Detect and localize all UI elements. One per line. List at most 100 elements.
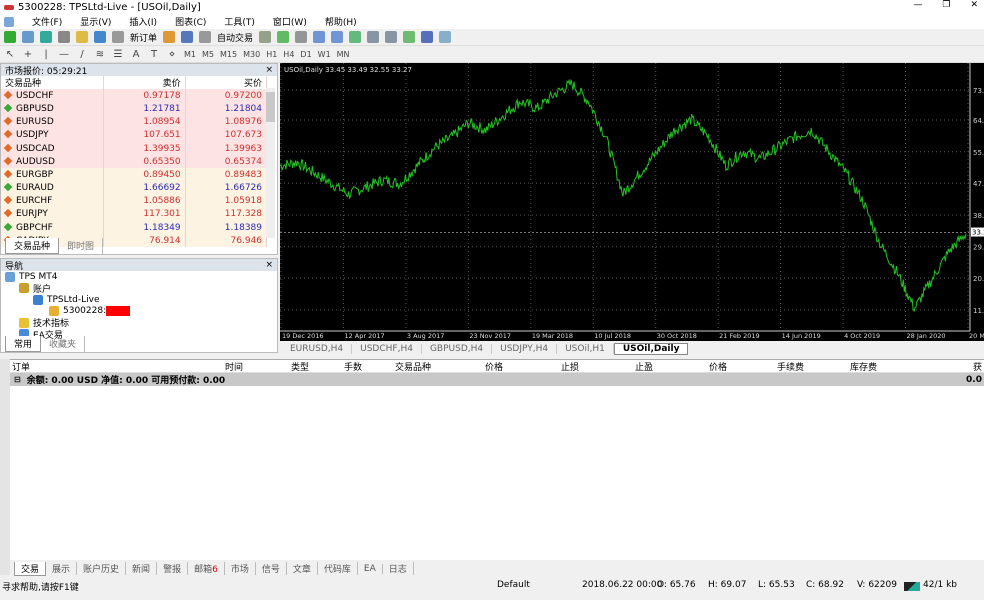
toolbar-icon[interactable] — [112, 31, 124, 43]
menu-item[interactable]: 工具(T) — [224, 15, 255, 28]
symbol-row[interactable]: EURUSD 1.08954 1.08976 — [1, 115, 268, 129]
terminal-tab[interactable]: 代码库 — [318, 562, 358, 575]
symbol-row[interactable]: USDCHF 0.97178 0.97200 — [1, 89, 268, 103]
timeframe-M5[interactable]: M5 — [202, 50, 214, 59]
column-header[interactable]: 时间 — [225, 360, 243, 373]
tree-item[interactable]: 账户 — [5, 283, 277, 295]
column-header[interactable]: 卖价 — [103, 76, 186, 90]
terminal-tab[interactable]: 交易 — [14, 561, 47, 576]
toolbar-icon[interactable] — [76, 31, 88, 43]
chart-tab[interactable]: USDCHF,H4 — [352, 343, 422, 354]
toolbar-icon[interactable] — [199, 31, 212, 43]
menu-item[interactable]: 窗口(W) — [273, 15, 307, 28]
menu-item[interactable]: 插入(I) — [129, 15, 157, 28]
drawing-tool-icon[interactable]: ↖ — [4, 49, 16, 60]
column-header[interactable]: 价格 — [709, 360, 727, 373]
minimize-button[interactable]: — — [913, 0, 922, 10]
symbol-row[interactable]: EURAUD 1.66692 1.66726 — [1, 181, 268, 195]
toolbar-icon[interactable] — [22, 31, 34, 43]
chart-tab[interactable]: USOil,Daily — [613, 342, 689, 355]
terminal-tab[interactable]: 市场 — [225, 562, 256, 575]
toolbar-icon[interactable] — [163, 31, 176, 43]
symbol-row[interactable]: EURGBP 0.89450 0.89483 — [1, 168, 268, 182]
toolbar-icon[interactable] — [58, 31, 70, 43]
toolbar-icon[interactable] — [295, 31, 308, 43]
timeframe-MN[interactable]: MN — [337, 50, 350, 59]
chart-tab[interactable]: USDJPY,H4 — [492, 343, 558, 354]
drawing-tool-icon[interactable]: T — [148, 49, 160, 60]
symbol-row[interactable]: USDJPY 107.651 107.673 — [1, 128, 268, 142]
chart-tab[interactable]: GBPUSD,H4 — [422, 343, 493, 354]
tree-item[interactable]: TPSLtd-Live — [5, 294, 277, 306]
chart-tab[interactable]: USOil,H1 — [557, 343, 614, 354]
toolbar-icon[interactable] — [94, 31, 106, 43]
terminal-tab[interactable]: 日志 — [383, 562, 414, 575]
drawing-tool-icon[interactable]: / — [76, 49, 88, 60]
timeframe-M1[interactable]: M1 — [184, 50, 196, 59]
symbol-row[interactable]: USDCAD 1.39935 1.39963 — [1, 141, 268, 156]
column-header[interactable]: 手数 — [344, 360, 362, 373]
drawing-tool-icon[interactable]: + — [22, 49, 34, 60]
toolbar-icon[interactable] — [259, 31, 272, 43]
terminal-tab[interactable]: 警报 — [157, 562, 189, 575]
drawing-tool-icon[interactable]: — — [58, 49, 70, 60]
toolbar-icon[interactable] — [4, 31, 16, 43]
column-header[interactable]: 价格 — [485, 360, 503, 373]
timeframe-W1[interactable]: W1 — [318, 50, 331, 59]
terminal-tab[interactable]: 新闻 — [126, 562, 158, 575]
auto-trading-button[interactable]: 自动交易 — [217, 31, 253, 44]
scrollbar[interactable] — [266, 88, 275, 238]
close-icon[interactable]: × — [265, 65, 273, 75]
column-header[interactable]: 止盈 — [635, 360, 653, 373]
new-order-button[interactable]: 新订单 — [130, 31, 157, 44]
menu-item[interactable]: 显示(V) — [80, 15, 111, 28]
terminal-tab[interactable]: 展示 — [46, 562, 78, 575]
column-header[interactable]: 获 — [973, 360, 982, 373]
tab-0[interactable]: 交易品种 — [5, 238, 60, 254]
column-header[interactable]: 库存费 — [850, 360, 877, 373]
toolbar-icon[interactable] — [181, 31, 194, 43]
toolbar-icon[interactable] — [439, 31, 452, 43]
column-header[interactable]: 止损 — [561, 360, 579, 373]
column-header[interactable]: 订单 — [12, 360, 30, 373]
timeframe-M30[interactable]: M30 — [243, 50, 260, 59]
terminal-tab[interactable]: 信号 — [256, 562, 287, 575]
symbol-row[interactable]: EURJPY 117.301 117.328 — [1, 207, 268, 222]
column-header[interactable]: 类型 — [291, 360, 309, 373]
drawing-tool-icon[interactable]: ☰ — [112, 49, 124, 60]
toolbar-icon[interactable] — [331, 31, 344, 43]
toolbar-icon[interactable] — [40, 31, 52, 43]
symbol-row[interactable]: GBPCHF 1.18349 1.18389 — [1, 221, 268, 235]
symbol-row[interactable]: AUDUSD 0.65350 0.65374 — [1, 155, 268, 169]
close-icon[interactable]: × — [265, 260, 273, 270]
menu-item[interactable]: 帮助(H) — [325, 15, 357, 28]
price-chart[interactable]: 73.2 64.8 55.9 47.1 38.2 29.3 20.5 11.6 19 Dec 2… — [279, 63, 984, 341]
tab-1[interactable]: 收藏夹 — [41, 336, 86, 352]
symbol-row[interactable]: EURCHF 1.05886 1.05918 — [1, 194, 268, 208]
drawing-tool-icon[interactable]: ⋄ — [166, 49, 178, 60]
timeframe-H4[interactable]: H4 — [283, 50, 294, 59]
timeframe-H1[interactable]: H1 — [266, 50, 277, 59]
column-header[interactable]: 交易品种 — [1, 76, 105, 90]
menu-item[interactable]: 图表(C) — [175, 15, 206, 28]
toolbar-icon[interactable] — [403, 31, 416, 43]
toolbar-icon[interactable] — [421, 31, 434, 43]
drawing-tool-icon[interactable]: ≋ — [94, 49, 106, 60]
column-header[interactable]: 手续费 — [777, 360, 804, 373]
toolbar-icon[interactable] — [367, 31, 380, 43]
tab-0[interactable]: 常用 — [5, 336, 42, 352]
timeframe-D1[interactable]: D1 — [300, 50, 311, 59]
drawing-tool-icon[interactable]: A — [130, 49, 142, 60]
terminal-tab[interactable]: 邮箱6 — [188, 562, 225, 575]
toolbar-icon[interactable] — [313, 31, 326, 43]
toolbar-icon[interactable] — [385, 31, 398, 43]
close-button[interactable]: ✕ — [970, 0, 978, 10]
timeframe-M15[interactable]: M15 — [220, 50, 237, 59]
column-header[interactable]: 买价 — [185, 76, 268, 90]
toolbar-icon[interactable] — [277, 31, 290, 43]
toolbar-icon[interactable] — [349, 31, 362, 43]
drawing-tool-icon[interactable]: | — [40, 49, 52, 60]
terminal-tab[interactable]: EA — [358, 563, 383, 574]
maximize-button[interactable]: ❐ — [942, 0, 950, 10]
terminal-tab[interactable]: 账户历史 — [77, 562, 127, 575]
